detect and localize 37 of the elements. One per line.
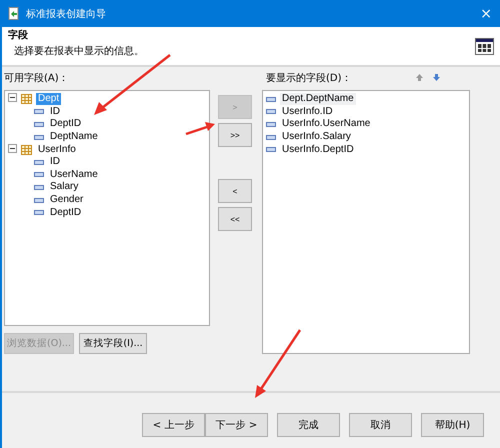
tree-item[interactable]: UserInfo bbox=[36, 144, 78, 156]
list-item[interactable]: UserInfo.ID bbox=[280, 106, 335, 118]
list-item[interactable]: UserInfo.UserName bbox=[280, 118, 372, 130]
move-button[interactable]: >> bbox=[218, 123, 252, 147]
move-down-icon[interactable] bbox=[433, 74, 440, 81]
list-item[interactable]: Dept.DeptName bbox=[280, 93, 356, 106]
table-icon bbox=[21, 144, 32, 155]
tree-item[interactable]: ID bbox=[48, 106, 62, 118]
tree-item[interactable]: DeptID bbox=[48, 206, 84, 219]
list-item[interactable]: UserInfo.DeptID bbox=[280, 144, 356, 156]
annotation-arrow bbox=[255, 329, 302, 398]
table-icon bbox=[475, 38, 494, 54]
tree-item[interactable]: DeptID bbox=[48, 118, 84, 130]
collapse-toggle[interactable] bbox=[8, 144, 17, 156]
action-button[interactable]: 查找字段(I)... bbox=[79, 333, 147, 354]
wizard-button[interactable]: < 上一步 bbox=[142, 412, 205, 436]
display-list-label: 要显示的字段(D)： bbox=[265, 72, 353, 86]
wizard-button[interactable]: 取消 bbox=[349, 412, 412, 436]
tree-item[interactable]: Salary bbox=[48, 181, 80, 194]
document-icon bbox=[8, 7, 20, 20]
table-icon bbox=[21, 94, 32, 104]
list-item[interactable]: UserInfo.Salary bbox=[280, 131, 353, 144]
tree-item[interactable]: ID bbox=[48, 156, 62, 168]
page-title: 字段 bbox=[8, 28, 29, 42]
window-title: 标准报表创建向导 bbox=[26, 8, 107, 20]
wizard-button[interactable]: 帮助(H) bbox=[421, 412, 484, 436]
page-description: 选择要在报表中显示的信息。 bbox=[13, 44, 145, 58]
wizard-button[interactable]: 下一步 > bbox=[205, 412, 268, 436]
close-button[interactable]: × bbox=[478, 6, 494, 22]
move-button[interactable]: << bbox=[218, 207, 252, 231]
tree-item[interactable]: UserName bbox=[48, 168, 100, 181]
field-list-label: 可用字段(A)： bbox=[4, 72, 70, 86]
tree-item[interactable]: Gender bbox=[48, 194, 86, 206]
annotation-arrow bbox=[186, 122, 215, 136]
tree-item[interactable]: DeptName bbox=[48, 131, 100, 144]
wizard-button[interactable]: 完成 bbox=[277, 412, 340, 436]
move-button[interactable]: < bbox=[218, 179, 252, 203]
